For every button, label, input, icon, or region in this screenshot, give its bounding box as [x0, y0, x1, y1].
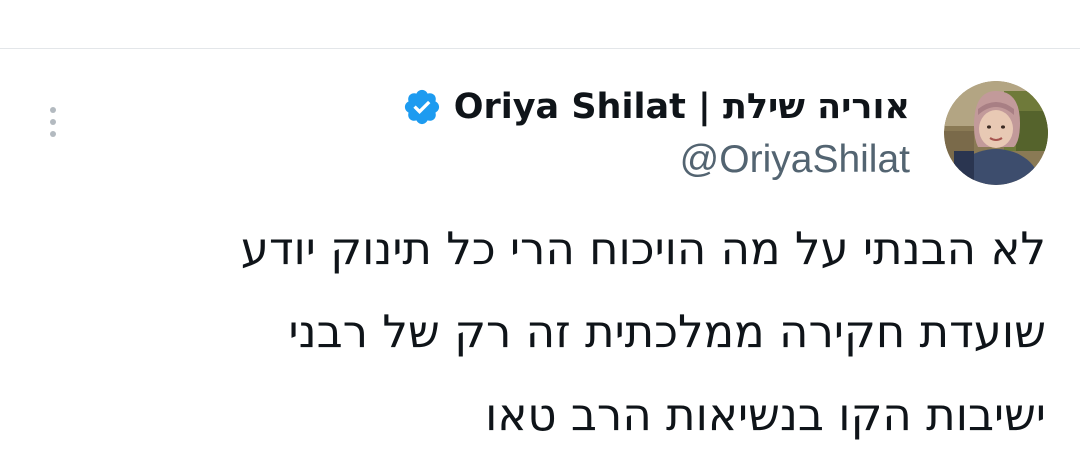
tweet-divider: [0, 48, 1080, 49]
tweet-author: אוריה שילת | Oriya Shilat @OriyaShilat: [402, 78, 910, 182]
tweet-text: לא הבנתי על מה הויכוח הרי כל תינוק יודע …: [46, 207, 1046, 456]
author-name-row: אוריה שילת | Oriya Shilat: [402, 78, 910, 136]
tweet-text-line: ישיבות הקו בנשיאות הרב טאו: [485, 388, 1046, 441]
profile-photo-icon: [944, 81, 1048, 185]
avatar[interactable]: [944, 81, 1048, 185]
author-display-name[interactable]: אוריה שילת | Oriya Shilat: [454, 87, 910, 127]
more-options-button[interactable]: [36, 100, 70, 144]
previous-tweet-fragment: [770, 0, 880, 4]
verified-badge-icon: [404, 89, 439, 125]
more-vertical-icon-dot: [50, 131, 56, 137]
more-vertical-icon: [50, 107, 56, 113]
author-handle[interactable]: @OriyaShilat: [402, 138, 910, 182]
more-vertical-icon-dot: [50, 119, 56, 125]
tweet-text-line: לא הבנתי על מה הויכוח הרי כל תינוק יודע: [240, 222, 1046, 275]
tweet-text-line: שועדת חקירה ממלכתית זה רק של רבני: [288, 305, 1046, 358]
